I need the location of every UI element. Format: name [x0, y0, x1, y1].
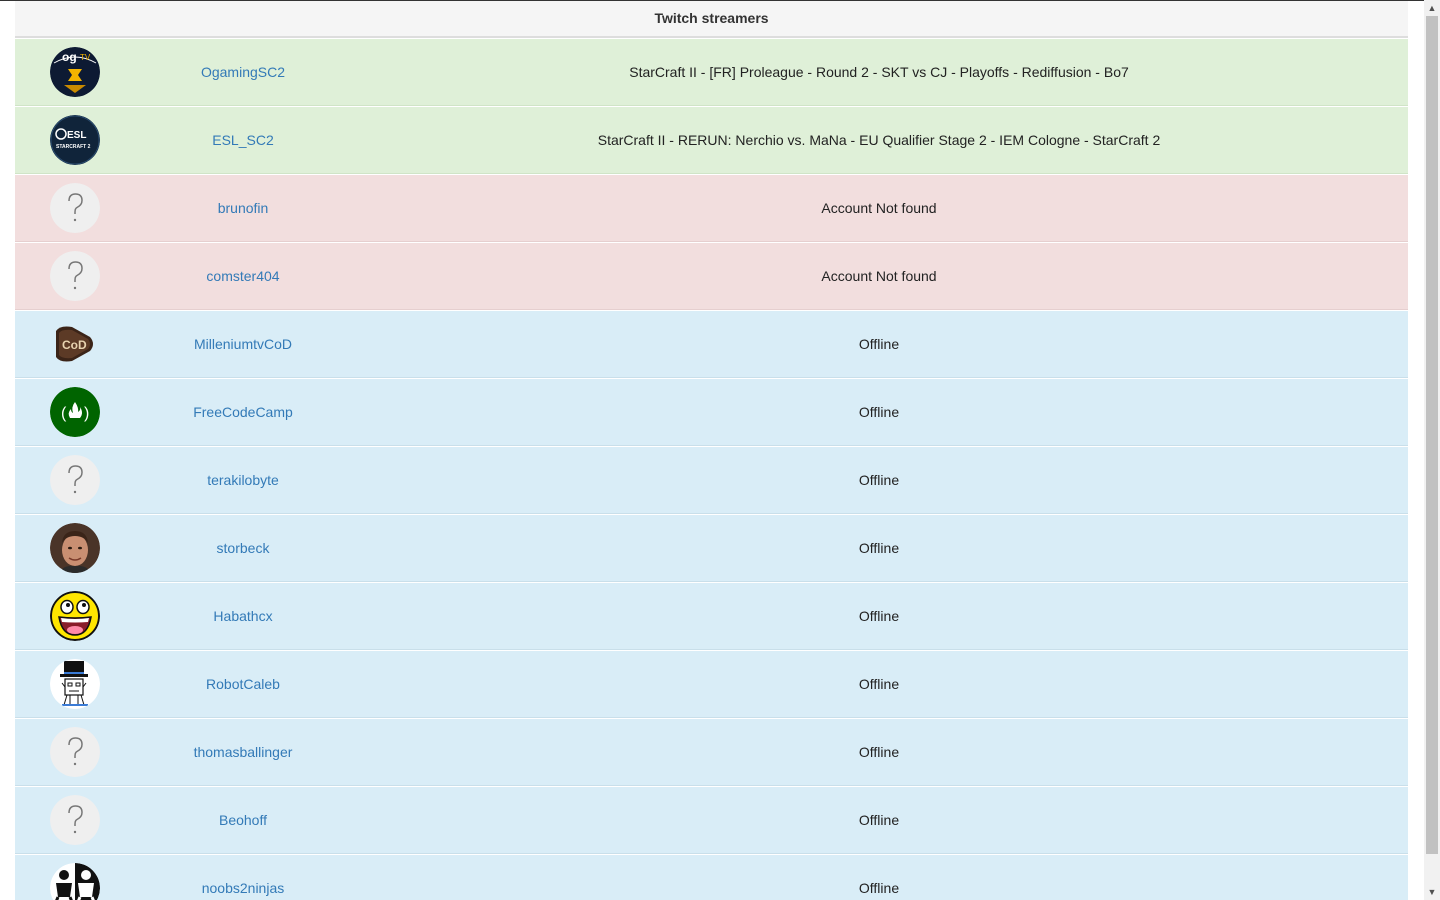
svg-text:TV: TV — [80, 53, 91, 62]
table-row: RobotCaleb Offline — [15, 650, 1408, 718]
user-photo-icon[interactable] — [50, 523, 100, 573]
table-header: Twitch streamers — [15, 1, 1408, 38]
stream-status: StarCraft II - [FR] Proleague - Round 2 … — [629, 64, 1129, 80]
streamer-name-link[interactable]: storbeck — [143, 515, 343, 581]
stream-status: Offline — [858, 676, 900, 692]
stream-status: Account Not found — [821, 200, 937, 216]
streamer-name-link[interactable]: comster404 — [143, 243, 343, 309]
stream-status: Offline — [858, 744, 900, 760]
streamers-table: Twitch streamers og TV OgamingSC2 StarCr… — [15, 1, 1408, 900]
streamer-name-link[interactable]: OgamingSC2 — [143, 39, 343, 105]
streamer-name-link[interactable]: noobs2ninjas — [143, 855, 343, 900]
table-title: Twitch streamers — [654, 10, 769, 26]
table-row: CoD MilleniumtvCoD Offline — [15, 310, 1408, 378]
table-row: comster404 Account Not found — [15, 242, 1408, 310]
stream-status: Account Not found — [821, 268, 937, 284]
top-hat-robot-icon[interactable] — [50, 659, 100, 709]
streamer-name-link[interactable]: MilleniumtvCoD — [143, 311, 343, 377]
streamer-name-link[interactable]: brunofin — [143, 175, 343, 241]
table-row: brunofin Account Not found — [15, 174, 1408, 242]
scroll-down-arrow-icon[interactable]: ▼ — [1424, 884, 1440, 900]
question-mark-icon[interactable] — [50, 183, 100, 233]
ogamingsc2-logo-icon[interactable]: og TV — [50, 47, 100, 97]
streamer-name-link[interactable]: FreeCodeCamp — [143, 379, 343, 445]
freecodecamp-logo-icon[interactable]: ( ) — [50, 387, 100, 437]
streamer-name-link[interactable]: thomasballinger — [143, 719, 343, 785]
awesome-face-icon[interactable] — [50, 591, 100, 641]
question-mark-icon[interactable] — [50, 455, 100, 505]
stream-status: Offline — [858, 336, 900, 352]
stream-status: Offline — [858, 880, 900, 896]
streamer-name-link[interactable]: Habathcx — [143, 583, 343, 649]
stream-status: Offline — [858, 404, 900, 420]
streamer-name-link[interactable]: RobotCaleb — [143, 651, 343, 717]
stream-status: StarCraft II - RERUN: Nerchio vs. MaNa -… — [597, 132, 1161, 148]
scroll-up-arrow-icon[interactable]: ▲ — [1424, 0, 1440, 16]
vertical-scrollbar[interactable]: ▲ ▼ — [1424, 0, 1440, 900]
stream-status: Offline — [858, 472, 900, 488]
streamer-name-link[interactable]: ESL_SC2 — [143, 107, 343, 173]
table-row: storbeck Offline — [15, 514, 1408, 582]
streamer-name-link[interactable]: Beohoff — [143, 787, 343, 853]
table-row: ESL STARCRAFT 2 ESL_SC2 StarCraft II - R… — [15, 106, 1408, 174]
table-row: noobs2ninjas Offline — [15, 854, 1408, 900]
question-mark-icon[interactable] — [50, 795, 100, 845]
svg-text:STARCRAFT 2: STARCRAFT 2 — [56, 144, 91, 150]
question-mark-icon[interactable] — [50, 251, 100, 301]
scrollbar-thumb[interactable] — [1426, 16, 1438, 854]
svg-text:ESL: ESL — [67, 130, 86, 141]
table-row: ( ) FreeCodeCamp Offline — [15, 378, 1408, 446]
table-row: Beohoff Offline — [15, 786, 1408, 854]
esl-starcraft2-logo-icon[interactable]: ESL STARCRAFT 2 — [50, 115, 100, 165]
svg-text:): ) — [84, 405, 89, 422]
table-row: thomasballinger Offline — [15, 718, 1408, 786]
table-row: og TV OgamingSC2 StarCraft II - [FR] Pro… — [15, 38, 1408, 106]
question-mark-icon[interactable] — [50, 727, 100, 777]
svg-text:CoD: CoD — [62, 338, 87, 352]
streamer-name-link[interactable]: terakilobyte — [143, 447, 343, 513]
stream-status: Offline — [858, 812, 900, 828]
svg-text:(: ( — [61, 405, 67, 422]
stream-status: Offline — [858, 540, 900, 556]
svg-text:og: og — [62, 50, 77, 64]
page: Twitch streamers og TV OgamingSC2 StarCr… — [0, 0, 1440, 900]
table-row: Habathcx Offline — [15, 582, 1408, 650]
ninja-logo-icon[interactable] — [50, 863, 100, 900]
stream-status: Offline — [858, 608, 900, 624]
table-row: terakilobyte Offline — [15, 446, 1408, 514]
cod-logo-icon[interactable]: CoD — [50, 319, 100, 369]
